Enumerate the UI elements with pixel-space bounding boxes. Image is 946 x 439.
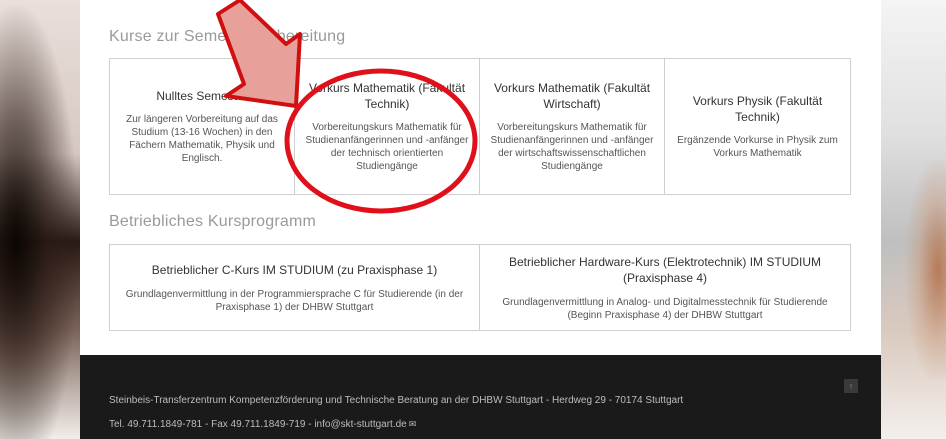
page-content: Kurse zur Semestervorbereitung Nulltes S… xyxy=(80,0,881,439)
course-description: Ergänzende Vorkurse in Physik zum Vorkur… xyxy=(677,135,838,159)
scroll-to-top-button[interactable]: ↑ xyxy=(844,379,858,393)
course-card-vorkurs-mathematik-wirtschaft[interactable]: Vorkurs Mathematik (Fakultät Wirtschaft)… xyxy=(480,59,665,194)
background-left xyxy=(0,0,80,439)
course-title[interactable]: Vorkurs Physik (Fakultät Technik) xyxy=(673,93,842,125)
mail-icon: ✉ xyxy=(408,419,417,429)
footer-contact: Tel. 49.711.1849-781 - Fax 49.711.1849-7… xyxy=(109,419,416,430)
course-description: Grundlagenvermittlung in der Programmier… xyxy=(125,288,464,313)
course-card-nulltes-semester[interactable]: Nulltes Semester Zur längeren Vorbereitu… xyxy=(110,59,295,194)
course-card-vorkurs-physik-technik[interactable]: Vorkurs Physik (Fakultät Technik) Ergänz… xyxy=(665,59,850,194)
course-title[interactable]: Betrieblicher C-Kurs IM STUDIUM (zu Prax… xyxy=(152,262,437,278)
section-title-semester: Kurse zur Semestervorbereitung xyxy=(109,28,346,45)
course-card-hardware-kurs[interactable]: Betrieblicher Hardware-Kurs (Elektrotech… xyxy=(480,245,850,330)
footer-address: Steinbeis-Transferzentrum Kompetenzförde… xyxy=(109,395,684,406)
course-card-c-kurs[interactable]: Betrieblicher C-Kurs IM STUDIUM (zu Prax… xyxy=(110,245,480,330)
course-title[interactable]: Nulltes Semester xyxy=(156,88,247,104)
course-description: Vorbereitungskurs Mathematik für Studien… xyxy=(490,122,654,172)
section-title-betrieblich: Betriebliches Kursprogramm xyxy=(109,213,317,230)
course-title[interactable]: Betrieblicher Hardware-Kurs (Elektrotech… xyxy=(488,254,842,286)
course-title[interactable]: Vorkurs Mathematik (Fakultät Technik) xyxy=(303,80,471,112)
arrow-up-icon: ↑ xyxy=(848,381,854,391)
footer-contact-text[interactable]: Tel. 49.711.1849-781 - Fax 49.711.1849-7… xyxy=(109,419,407,430)
course-title[interactable]: Vorkurs Mathematik (Fakultät Wirtschaft) xyxy=(488,80,656,112)
site-footer: Steinbeis-Transferzentrum Kompetenzförde… xyxy=(80,355,881,439)
course-description: Zur längeren Vorbereitung auf das Studiu… xyxy=(126,114,278,164)
course-description: Vorbereitungskurs Mathematik für Studien… xyxy=(305,122,469,172)
course-card-vorkurs-mathematik-technik[interactable]: Vorkurs Mathematik (Fakultät Technik) Vo… xyxy=(295,59,480,194)
betrieblich-course-grid: Betrieblicher C-Kurs IM STUDIUM (zu Prax… xyxy=(109,244,851,331)
course-description: Grundlagenvermittlung in Analog- und Dig… xyxy=(502,296,828,321)
semester-course-grid: Nulltes Semester Zur längeren Vorbereitu… xyxy=(109,58,851,195)
background-right xyxy=(881,0,946,439)
